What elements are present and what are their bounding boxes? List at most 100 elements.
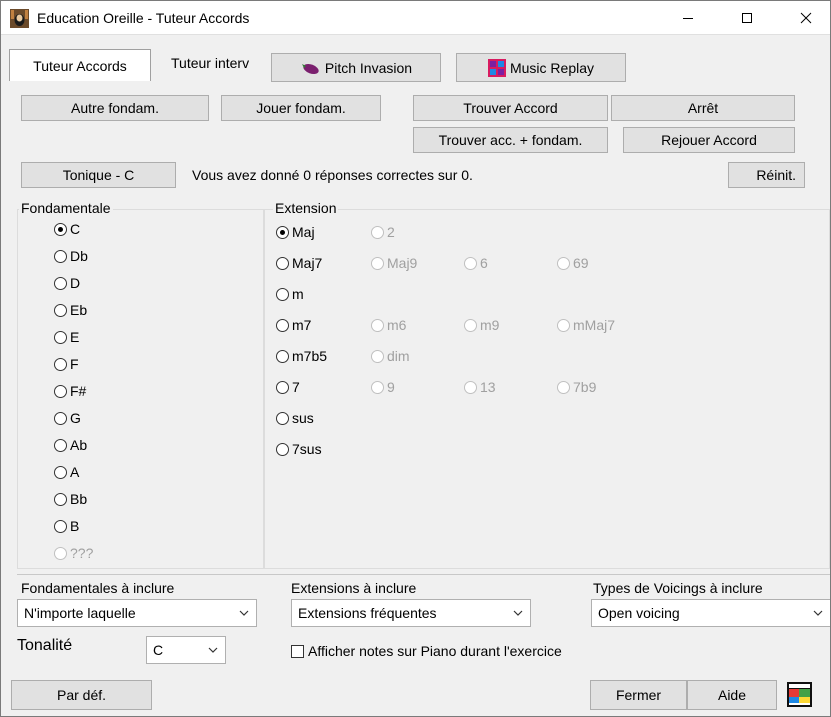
window-title: Education Oreille - Tuteur Accords <box>37 10 250 26</box>
fondamentale-radio[interactable]: Db <box>54 246 88 266</box>
afficher-notes-checkbox[interactable]: Afficher notes sur Piano durant l'exerci… <box>291 643 562 659</box>
voicings-inclure-select[interactable]: Open voicing <box>591 599 830 627</box>
autre-fondam-button[interactable]: Autre fondam. <box>21 95 209 121</box>
fondamentale-radio[interactable]: B <box>54 516 79 536</box>
music-replay-button[interactable]: Music Replay <box>456 53 626 82</box>
trouver-acc-fondam-button[interactable]: Trouver acc. + fondam. <box>413 127 608 153</box>
fondamentale-radio[interactable]: D <box>54 273 80 293</box>
radio-dot <box>464 318 477 332</box>
pitch-invasion-button[interactable]: Pitch Invasion <box>271 53 441 82</box>
radio-dot <box>464 256 477 270</box>
extensions-inclure-select[interactable]: Extensions fréquentes <box>291 599 531 627</box>
radio-label: m7b5 <box>292 348 328 364</box>
fondamentale-radio[interactable]: G <box>54 408 81 428</box>
extension-radio: 9 <box>371 377 395 397</box>
radio-dot <box>557 256 570 270</box>
extension-radio[interactable]: Maj7 <box>276 253 322 273</box>
app-icon <box>10 9 29 28</box>
voicings-inclure-label: Types de Voicings à inclure <box>593 580 763 596</box>
radio-label: m7 <box>292 317 312 333</box>
radio-label: 7 <box>292 379 300 395</box>
tonalite-label: Tonalité <box>17 637 73 654</box>
fondamentales-inclure-select[interactable]: N'importe laquelle <box>17 599 257 627</box>
radio-dot <box>54 384 67 398</box>
radio-label: E <box>70 329 80 345</box>
par-def-button[interactable]: Par déf. <box>11 680 152 710</box>
extension-radio[interactable]: m7 <box>276 315 311 335</box>
tab-tuteur-accords[interactable]: Tuteur Accords <box>9 49 151 81</box>
extension-radio[interactable]: m7b5 <box>276 346 327 366</box>
trouver-accord-button[interactable]: Trouver Accord <box>413 95 608 121</box>
radio-dot <box>276 318 289 332</box>
music-replay-icon <box>487 58 506 77</box>
radio-dot <box>54 519 67 533</box>
radio-dot <box>54 357 67 371</box>
radio-label: m <box>292 286 304 302</box>
radio-label: ??? <box>70 545 94 561</box>
radio-dot <box>54 303 67 317</box>
fondamentale-radio[interactable]: Ab <box>54 435 87 455</box>
minimize-button[interactable] <box>665 1 711 35</box>
extension-radio: dim <box>371 346 410 366</box>
radio-dot <box>371 256 384 270</box>
radio-dot <box>54 222 67 236</box>
ear-training-window: Education Oreille - Tuteur Accords Tuteu… <box>0 0 831 717</box>
extension-radio[interactable]: sus <box>276 408 314 428</box>
extension-radio: 13 <box>464 377 496 397</box>
autre-fondam-label: Autre fondam. <box>71 100 159 116</box>
tonalite-select[interactable]: C <box>146 636 226 664</box>
maximize-button[interactable] <box>724 1 770 35</box>
radio-dot <box>276 256 289 270</box>
extension-radio[interactable]: Maj <box>276 222 315 242</box>
fondamentale-radio[interactable]: A <box>54 462 79 482</box>
tonique-label: Tonique - C <box>62 167 135 183</box>
extension-radio[interactable]: 7 <box>276 377 300 397</box>
close-button[interactable] <box>783 1 829 35</box>
rejouer-accord-button[interactable]: Rejouer Accord <box>623 127 795 153</box>
fondamentale-radio[interactable]: Eb <box>54 300 87 320</box>
extension-radio[interactable]: 7sus <box>276 439 322 459</box>
score-status: Vous avez donné 0 réponses correctes sur… <box>192 167 473 183</box>
fondamentale-radio[interactable]: C <box>54 219 80 239</box>
fermer-button[interactable]: Fermer <box>590 680 687 710</box>
extension-radio[interactable]: m <box>276 284 304 304</box>
checkbox-box <box>291 644 304 658</box>
extension-radio: 69 <box>557 253 589 273</box>
radio-dot <box>276 349 289 363</box>
radio-label: Eb <box>70 302 88 318</box>
aide-label: Aide <box>717 687 747 703</box>
extension-radio: m9 <box>464 315 499 335</box>
chevron-down-icon <box>813 610 823 616</box>
radio-label: 13 <box>480 379 496 395</box>
tonalite-value: C <box>153 642 164 658</box>
extension-radio: mMaj7 <box>557 315 615 335</box>
reinit-button[interactable]: Réinit. <box>728 162 805 188</box>
radio-dot <box>54 249 67 263</box>
video-help-button[interactable] <box>786 681 813 708</box>
eggplant-icon <box>301 63 319 74</box>
jouer-fondam-button[interactable]: Jouer fondam. <box>221 95 381 121</box>
par-def-label: Par déf. <box>56 687 107 703</box>
radio-label: Maj <box>292 224 315 240</box>
extension-label: Extension <box>273 200 339 216</box>
afficher-notes-label: Afficher notes sur Piano durant l'exerci… <box>308 643 562 659</box>
radio-dot <box>464 380 477 394</box>
title-bar[interactable]: Education Oreille - Tuteur Accords <box>1 1 830 35</box>
trouver-acc-fondam-label: Trouver acc. + fondam. <box>438 132 583 148</box>
fondamentale-radio[interactable]: Bb <box>54 489 87 509</box>
tab-tuteur-intervalles[interactable]: Tuteur interv <box>171 49 269 77</box>
fondamentale-radio[interactable]: E <box>54 327 79 347</box>
arret-button[interactable]: Arrêt <box>611 95 795 121</box>
tonique-button[interactable]: Tonique - C <box>21 162 176 188</box>
aide-button[interactable]: Aide <box>687 680 777 710</box>
radio-label: m6 <box>387 317 407 333</box>
fondamentale-radio[interactable]: F <box>54 354 79 374</box>
fondamentale-radio[interactable]: F# <box>54 381 86 401</box>
radio-dot <box>54 276 67 290</box>
jouer-fondam-label: Jouer fondam. <box>256 100 346 116</box>
radio-dot <box>54 330 67 344</box>
radio-dot <box>54 492 67 506</box>
radio-label: 7sus <box>292 441 322 457</box>
radio-dot <box>371 225 384 239</box>
radio-dot <box>371 380 384 394</box>
